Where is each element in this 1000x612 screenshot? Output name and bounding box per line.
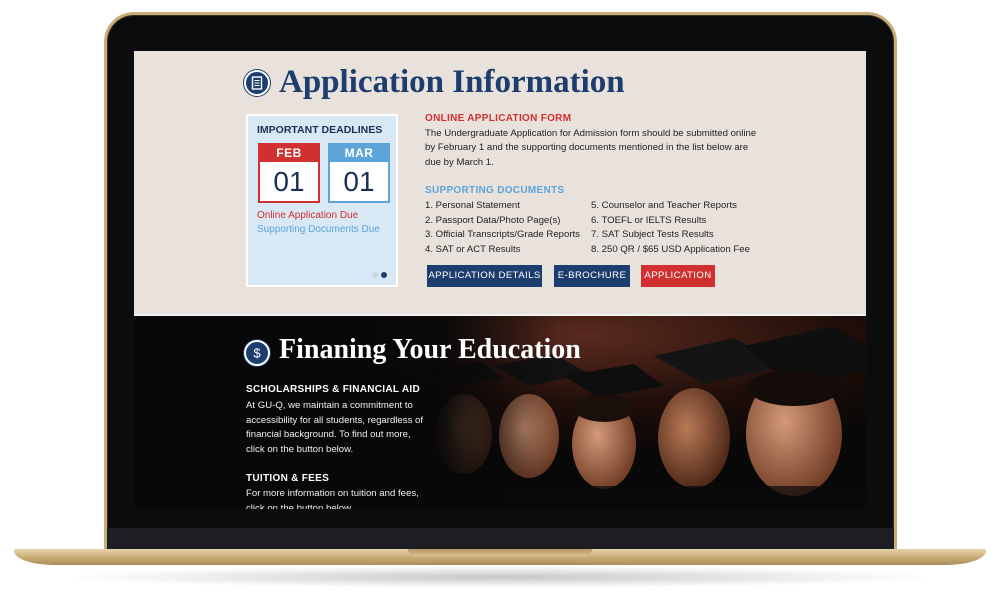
supporting-docs-list-right: 5. Counselor and Teacher Reports 6. TOEF… (591, 199, 750, 257)
list-item: 1. Personal Statement (425, 200, 520, 211)
application-details-button[interactable]: APPLICATION DETAILS (427, 265, 542, 287)
dollar-icon: $ (244, 340, 270, 366)
laptop-notch (408, 549, 592, 556)
application-button[interactable]: APPLICATION (641, 265, 715, 287)
e-brochure-button[interactable]: E-BROCHURE (554, 265, 630, 287)
calendar-month: MAR (330, 145, 388, 162)
deadlines-card: IMPORTANT DEADLINES FEB 01 MAR 01 Online… (246, 114, 398, 287)
calendar-feb: FEB 01 (258, 143, 320, 203)
scholarships-heading: SCHOLARSHIPS & FINANCIAL AID (246, 384, 420, 395)
application-title: Application Information (279, 64, 625, 100)
document-icon (244, 70, 270, 96)
tuition-text: For more information on tuition and fees… (246, 488, 419, 509)
list-item: 4. SAT or ACT Results (425, 243, 521, 255)
financing-title: Finaning Your Education (279, 334, 581, 365)
carousel-dots (372, 272, 387, 278)
svg-text:$: $ (253, 346, 261, 360)
calendar-month: FEB (260, 145, 318, 162)
list-item: 8. 250 QR / $65 USD Application Fee (591, 243, 750, 255)
calendar-day: 01 (273, 166, 305, 197)
deadline-online-application: Online Application Due (257, 210, 359, 221)
scholarships-text: At GU-Q, we maintain a commitment to acc… (246, 400, 424, 455)
list-item: 5. Counselor and Teacher Reports (591, 200, 737, 211)
online-form-heading: ONLINE APPLICATION FORM (425, 113, 572, 124)
list-item: 7. SAT Subject Tests Results (591, 229, 714, 240)
application-info-section: Application Information IMPORTANT DEADLI… (134, 51, 866, 314)
deadlines-heading: IMPORTANT DEADLINES (257, 124, 383, 136)
calendar-day: 01 (343, 166, 375, 197)
tuition-heading: TUITION & FEES (246, 473, 330, 484)
carousel-dot[interactable] (372, 272, 378, 278)
supporting-docs-heading: SUPPORTING DOCUMENTS (425, 185, 565, 196)
supporting-docs-list-left: 1. Personal Statement 2. Passport Data/P… (425, 199, 580, 257)
calendar-mar: MAR 01 (328, 143, 390, 203)
list-item: 6. TOEFL or IELTS Results (591, 214, 707, 226)
laptop-screen: Application Information IMPORTANT DEADLI… (134, 51, 866, 509)
deadline-supporting-documents: Supporting Documents Due (257, 224, 380, 235)
list-item: 2. Passport Data/Photo Page(s) (425, 214, 561, 226)
list-item: 3. Official Transcripts/Grade Reports (425, 229, 580, 240)
carousel-dot-active[interactable] (381, 272, 387, 278)
laptop-shadow (60, 566, 940, 588)
online-form-text: The Undergraduate Application for Admiss… (425, 128, 757, 168)
financing-section: $ Finaning Your Education SCHOLARSHIPS &… (134, 314, 866, 509)
